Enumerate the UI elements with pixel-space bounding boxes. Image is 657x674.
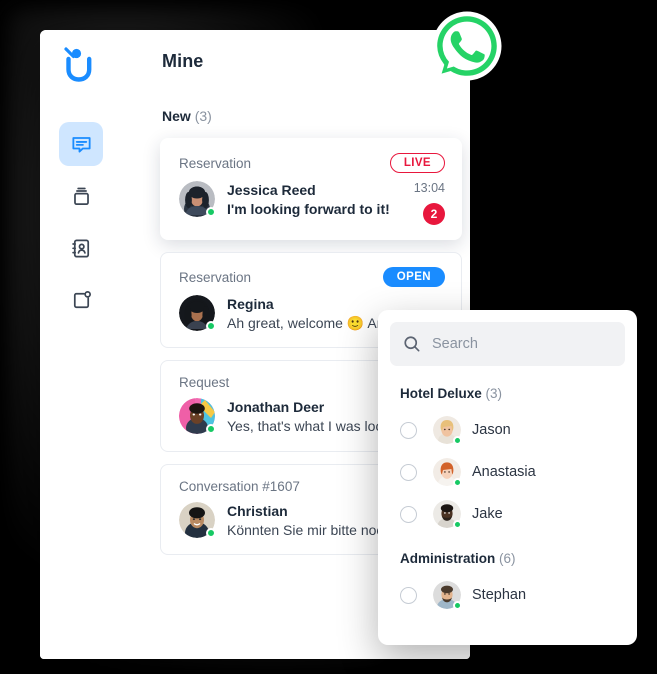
person-option-stephan[interactable]: Stephan — [378, 574, 637, 616]
chat-bubble-icon — [71, 136, 91, 153]
online-indicator — [453, 520, 462, 529]
section-header-new: New (3) — [122, 92, 470, 134]
person-option-jason[interactable]: Jason — [378, 409, 637, 451]
online-indicator — [206, 207, 216, 217]
whatsapp-logo-icon — [432, 11, 502, 81]
status-badge-open: OPEN — [382, 267, 445, 287]
conversation-time: 13:04 — [413, 181, 445, 195]
section-label: New — [162, 108, 191, 124]
whatsapp-channel-badge — [428, 7, 506, 85]
group-label: Hotel Deluxe — [400, 386, 482, 401]
radio-button[interactable] — [400, 586, 417, 604]
sidebar-item-messages[interactable] — [59, 122, 103, 166]
sidebar-item-contacts[interactable] — [59, 226, 103, 270]
conversation-kind: Conversation #1607 — [179, 478, 300, 494]
avatar — [179, 295, 216, 331]
screenshot-root: Mine ‹ New (3) Reservation LIVE — [0, 0, 657, 674]
online-indicator — [453, 478, 462, 487]
group-label: Administration — [400, 551, 496, 566]
group-header-administration: Administration (6) — [378, 535, 637, 574]
avatar — [179, 181, 216, 217]
section-count: (3) — [194, 108, 212, 124]
search-icon — [404, 336, 420, 352]
person-name: Jason — [472, 422, 511, 438]
conversation-meta: 13:04 2 — [404, 181, 445, 225]
person-name: Stephan — [472, 587, 527, 603]
conversation-preview: I'm looking forward to it! — [227, 200, 390, 217]
main-header: Mine ‹ — [122, 30, 470, 92]
search-box[interactable] — [390, 322, 625, 366]
radio-button[interactable] — [400, 421, 417, 439]
sidebar-items — [40, 122, 122, 330]
conversation-header: Reservation LIVE — [179, 153, 445, 173]
avatar — [433, 416, 462, 445]
sidebar-item-archive[interactable] — [59, 174, 103, 218]
avatar — [433, 500, 462, 529]
conversation-texts: Jessica Reed I'm looking forward to it! — [227, 181, 404, 219]
new-conversation-icon — [73, 290, 91, 308]
person-option-jake[interactable]: Jake — [378, 493, 637, 535]
group-count: (3) — [485, 386, 503, 401]
search-input[interactable] — [432, 336, 613, 352]
radio-button[interactable] — [400, 505, 417, 523]
radio-button[interactable] — [400, 463, 417, 481]
group-header-hotel-deluxe: Hotel Deluxe (3) — [378, 370, 637, 409]
online-indicator — [206, 527, 216, 538]
brand-logo[interactable] — [60, 43, 102, 85]
contact-book-icon — [71, 238, 89, 258]
avatar — [179, 398, 216, 435]
search-wrapper — [378, 310, 637, 370]
person-name: Anastasia — [472, 464, 536, 480]
online-indicator — [206, 424, 216, 435]
conversation-kind: Request — [179, 375, 230, 391]
conversation-kind: Reservation — [179, 269, 252, 285]
group-count: (6) — [499, 551, 516, 566]
conversation-contact-name: Jessica Reed — [227, 182, 316, 198]
online-indicator — [206, 321, 216, 331]
conversation-header: Reservation OPEN — [179, 267, 445, 287]
conversation-body: Jessica Reed I'm looking forward to it! … — [179, 181, 445, 225]
status-badge-live: LIVE — [389, 153, 445, 173]
sidebar-rail — [40, 30, 122, 659]
online-indicator — [453, 601, 462, 610]
avatar — [179, 501, 216, 538]
sidebar-item-new-conversation[interactable] — [59, 278, 103, 322]
avatar — [433, 458, 462, 487]
archive-box-icon — [73, 187, 89, 205]
person-option-anastasia[interactable]: Anastasia — [378, 451, 637, 493]
assignment-dropdown-panel: Hotel Deluxe (3) — [378, 310, 637, 645]
conversation-item-jessica-reed[interactable]: Reservation LIVE Jessica Reed I'm lookin… — [160, 138, 462, 240]
page-title: Mine — [162, 50, 204, 71]
userlike-u-logo-icon — [64, 47, 92, 82]
online-indicator — [453, 436, 462, 445]
unread-count-badge: 2 — [423, 203, 445, 225]
person-name: Jake — [472, 506, 503, 522]
avatar — [433, 581, 462, 610]
conversation-kind: Reservation — [179, 155, 252, 171]
